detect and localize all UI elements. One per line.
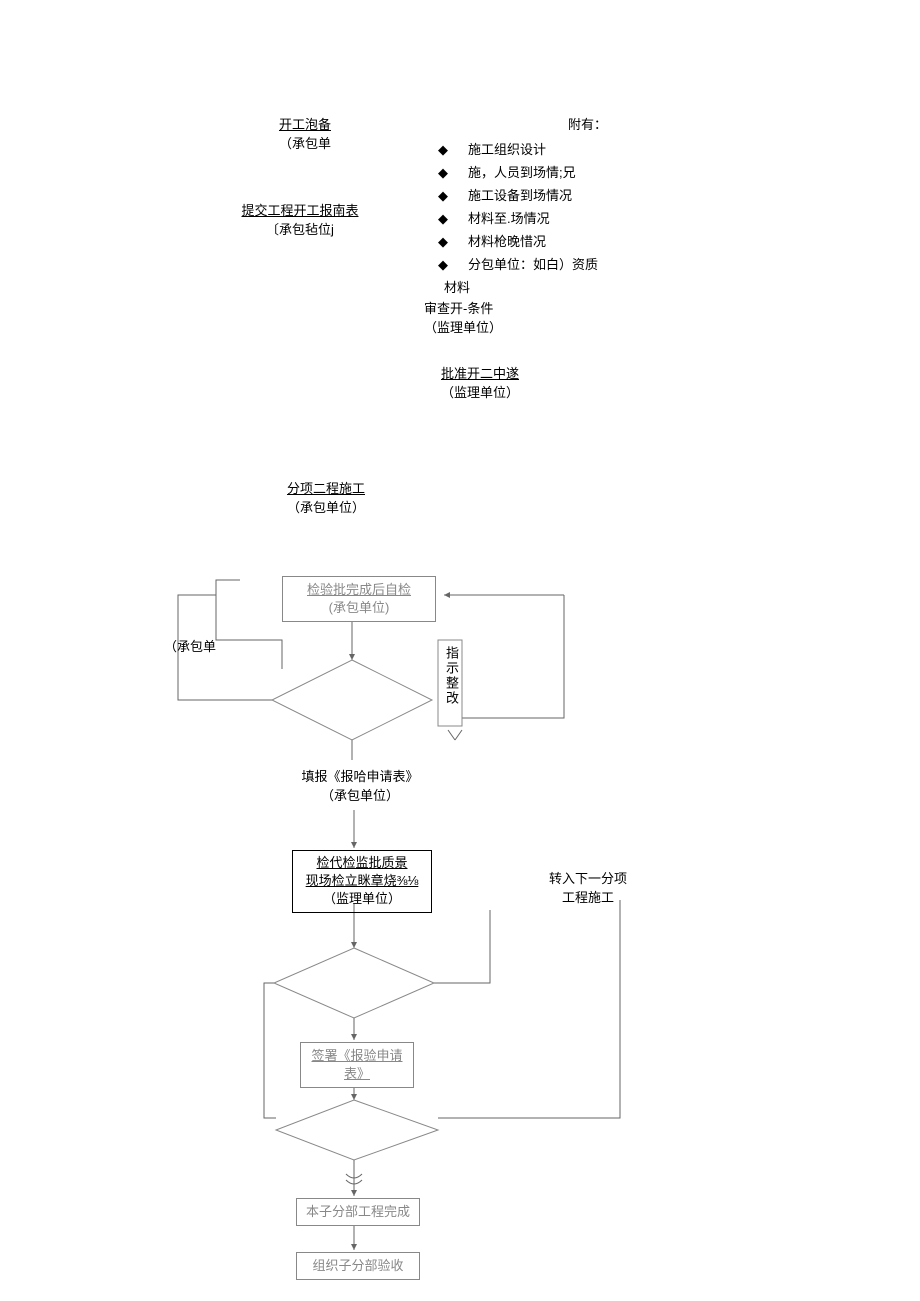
diamond-icon: ◆ [438, 211, 448, 227]
step-title: 批准开二中遂 [400, 363, 560, 382]
attach-review: 审查开-条件 [424, 298, 718, 317]
done-text: 本子分部工程完成 [306, 1204, 410, 1219]
attach-text: 材料至.场情况 [468, 208, 550, 227]
attachment-block: 附有： ◆ 施工组织设计 ◆ 施，人员到场情;兄 ◆ 施工设备到场情况 ◆ 材料至.场情… [438, 114, 718, 336]
attach-text: 施工设备到场情况 [468, 185, 572, 204]
sign-l2: 表》 [307, 1065, 407, 1083]
attach-text: 分包单位：如白）资质 [468, 254, 598, 273]
inspect-l3: （监理单位） [297, 890, 427, 908]
attach-text: 施，人员到场情;兄 [468, 162, 576, 181]
label-contractor: （承包单 [164, 636, 216, 655]
attach-item: ◆ 施，人员到场情;兄 [438, 162, 718, 181]
step-subwork: 分项二程施工 （承包单位） [246, 478, 406, 516]
step-approve: 批准开二中遂 （监理单位） [400, 363, 560, 401]
attach-item: ◆ 施工组织设计 [438, 139, 718, 158]
step-sub: （承包单 [230, 133, 380, 152]
next-l2: 工程施工 [528, 887, 648, 906]
box-organize: 组织子分部验收 [296, 1252, 420, 1280]
label-next-subwork: 转入下一分项 工程施工 [528, 868, 648, 906]
box-selfcheck: 检验批完成后自检 (承包单位) [282, 576, 436, 622]
step-submit-report: 提交工程开工报南表 〔承包毡位j [200, 200, 400, 238]
label-zhishi-zhenggai: 指示整改 [442, 646, 461, 706]
next-l1: 转入下一分项 [528, 868, 648, 887]
attach-item: ◆ 施工设备到场情况 [438, 185, 718, 204]
step-sub: （承包单位） [246, 497, 406, 516]
attach-item: ◆ 分包单位：如白）资质 [438, 254, 718, 273]
diamond-icon: ◆ [438, 234, 448, 250]
attach-text: 施工组织设计 [468, 139, 546, 158]
attach-item: ◆ 材料至.场情况 [438, 208, 718, 227]
step-title: 开工泡备 [230, 114, 380, 133]
attach-item: ◆ 材料枪晚惜况 [438, 231, 718, 250]
box-sub: (承包单位) [289, 599, 429, 617]
step-title: 提交工程开工报南表 [200, 200, 400, 219]
inspect-l1: 检代检监批质景 [297, 854, 427, 872]
attach-text: 材料枪晚惜况 [468, 231, 546, 250]
inspect-l2: 现场检立眯章烧⅜⅛ [297, 872, 427, 890]
diamond-icon: ◆ [438, 165, 448, 181]
step-title: 填报《报哈申请表》 [260, 766, 460, 785]
attach-header: 附有： [568, 114, 718, 133]
box-done: 本子分部工程完成 [296, 1198, 420, 1226]
diamond-icon: ◆ [438, 142, 448, 158]
step-title: 分项二程施工 [246, 478, 406, 497]
attach-material: 材料 [444, 277, 718, 296]
step-fill-form: 填报《报哈申请表》 （承包单位） [260, 766, 460, 804]
box-title: 检验批完成后自检 [289, 581, 429, 599]
diamond-icon: ◆ [438, 188, 448, 204]
attach-review-sub: （监理单位） [424, 317, 718, 336]
organize-text: 组织子分部验收 [312, 1258, 403, 1273]
diamond-icon: ◆ [438, 257, 448, 273]
box-inspect: 检代检监批质景 现场检立眯章烧⅜⅛ （监理单位） [292, 850, 432, 913]
step-sub: 〔承包毡位j [200, 219, 400, 238]
step-start-prep: 开工泡备 （承包单 [230, 114, 380, 152]
step-sub: （承包单位） [260, 785, 460, 804]
sign-l1: 签署《报验申请 [307, 1047, 407, 1065]
step-sub: （监理单位） [400, 382, 560, 401]
box-sign: 签署《报验申请 表》 [300, 1042, 414, 1088]
